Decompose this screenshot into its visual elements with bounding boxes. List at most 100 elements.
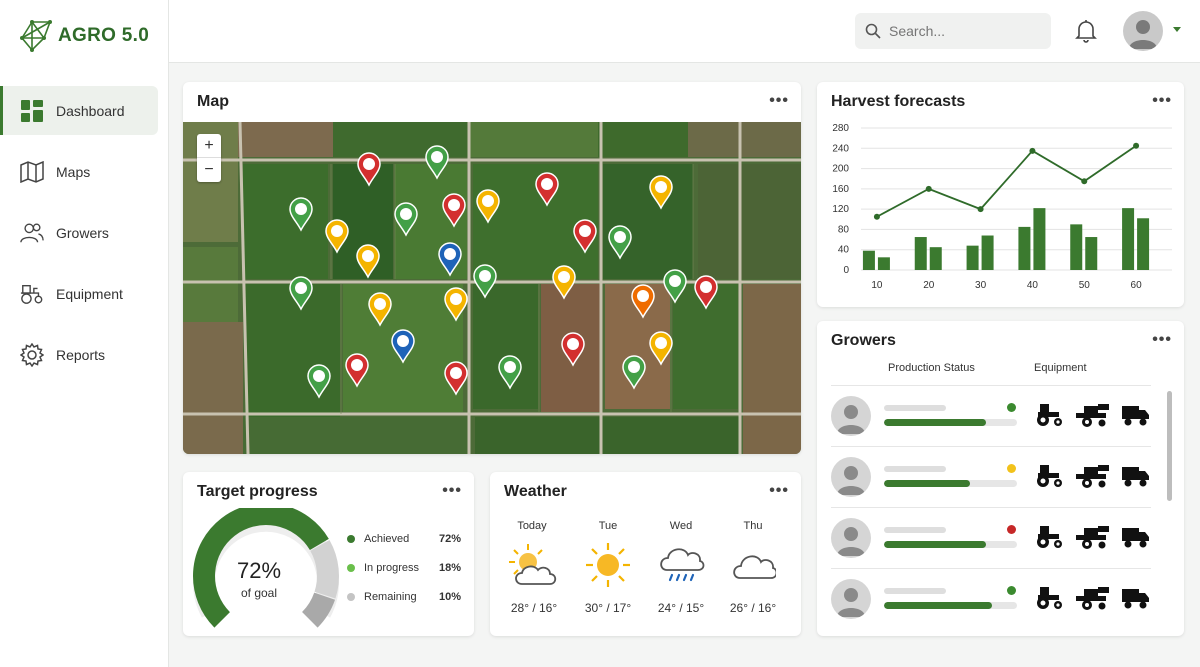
data-point — [1133, 142, 1140, 149]
weather-card: Weather ••• Today Tue Wed Thu 28° / 16° … — [490, 472, 801, 636]
target-card: Target progress ••• 72% of goal Achieved… — [183, 472, 474, 636]
sidebar-item-reports[interactable]: Reports — [0, 330, 169, 379]
map-marker-ok — [622, 355, 646, 389]
bar — [1137, 218, 1150, 270]
tractor-icon — [1037, 465, 1062, 487]
sidebar-item-dashboard[interactable]: Dashboard — [0, 86, 158, 135]
weather-day: Tue — [598, 520, 618, 532]
bar — [1070, 224, 1083, 270]
status-dot — [1007, 525, 1016, 534]
weather-day: Wed — [669, 520, 693, 532]
bar — [1033, 208, 1046, 270]
y-tick-label: 160 — [832, 184, 849, 195]
grower-row[interactable] — [831, 446, 1151, 506]
avatar[interactable] — [831, 579, 871, 619]
status-dot — [1007, 464, 1016, 473]
map-marker-warning — [325, 219, 349, 253]
user-avatar[interactable] — [1123, 11, 1163, 51]
map-markers — [289, 145, 718, 398]
progress-fill — [884, 602, 992, 609]
production-progress-bar — [884, 480, 1017, 487]
map-icon — [20, 160, 44, 184]
harvest-card: Harvest forecasts ••• 0 40 80 120 160 200 240 2… — [817, 82, 1184, 307]
weather-temp: 26° / 16° — [729, 601, 777, 615]
tractor-icon — [1037, 526, 1062, 548]
logo[interactable]: AGRO 5.0 — [18, 18, 149, 54]
weather-day: Today — [517, 520, 547, 532]
sidebar-item-equipment[interactable]: Equipment — [0, 269, 169, 318]
sidebar-item-label: Growers — [56, 224, 109, 241]
bar — [914, 237, 927, 270]
map-marker-ok — [473, 264, 497, 298]
growers-card: Growers ••• Production Status Equipment — [817, 321, 1184, 636]
legend-value: 72% — [438, 533, 461, 545]
legend-label: In progress — [364, 562, 420, 574]
top-bar — [169, 0, 1200, 63]
x-tick-label: 40 — [1027, 280, 1039, 291]
more-options-icon[interactable]: ••• — [769, 92, 789, 110]
map-marker-water — [438, 242, 462, 276]
production-progress-bar — [884, 602, 1017, 609]
map-marker-warning — [356, 244, 380, 278]
map-marker-ok — [289, 276, 313, 310]
x-tick-label: 50 — [1079, 280, 1091, 291]
y-tick-label: 80 — [838, 224, 850, 235]
more-options-icon[interactable]: ••• — [442, 482, 462, 500]
bar — [966, 245, 979, 270]
tractor-icon — [20, 282, 44, 306]
more-options-icon[interactable]: ••• — [1152, 331, 1172, 349]
legend-label: Achieved — [364, 533, 410, 545]
data-point — [925, 185, 932, 192]
weather-day: Thu — [743, 520, 763, 532]
more-options-icon[interactable]: ••• — [769, 482, 789, 500]
avatar[interactable] — [831, 396, 871, 436]
avatar[interactable] — [831, 518, 871, 558]
forecast-line — [876, 145, 1137, 218]
weather-temp: 24° / 15° — [657, 601, 705, 615]
legend-in-progress: In progress 18% — [347, 562, 461, 574]
bar — [862, 250, 875, 270]
sidebar: AGRO 5.0 Dashboard Maps Growers Equipmen… — [0, 0, 169, 667]
production-progress-bar — [884, 541, 1017, 548]
truck-icon — [1122, 528, 1149, 548]
bar — [929, 247, 942, 270]
map-marker-ok — [608, 225, 632, 259]
card-title: Harvest forecasts — [831, 93, 966, 110]
search-box[interactable] — [855, 13, 1051, 49]
grower-row[interactable] — [831, 385, 1151, 445]
search-input[interactable] — [889, 23, 1039, 39]
bell-icon[interactable] — [1075, 19, 1097, 43]
progress-fill — [884, 541, 987, 548]
column-header-status: Production Status — [888, 362, 975, 374]
map-marker-warning — [444, 287, 468, 321]
map-marker-ok — [307, 364, 331, 398]
tractor-icon — [1037, 404, 1062, 426]
y-tick-label: 200 — [832, 164, 849, 175]
data-point — [873, 213, 880, 220]
grower-row[interactable] — [831, 507, 1151, 567]
logo-text: AGRO 5.0 — [58, 25, 150, 46]
map-marker-orange — [631, 284, 655, 318]
grower-row[interactable] — [831, 568, 1151, 628]
scrollbar[interactable] — [1167, 391, 1172, 501]
card-title: Target progress — [197, 483, 318, 500]
y-tick-label: 0 — [843, 265, 849, 276]
progress-fill — [884, 419, 987, 426]
grower-name-placeholder — [884, 527, 946, 533]
sidebar-item-maps[interactable]: Maps — [0, 147, 169, 196]
gauge-value: 72% — [236, 558, 282, 583]
harvester-icon — [1076, 465, 1109, 488]
legend-achieved: Achieved 72% — [347, 533, 461, 545]
harvester-icon — [1076, 587, 1109, 610]
rain-icon — [660, 548, 705, 582]
sidebar-item-growers[interactable]: Growers — [0, 208, 169, 257]
gear-icon — [20, 342, 44, 367]
card-title: Map — [197, 93, 229, 110]
map-view[interactable]: + − — [183, 122, 801, 454]
avatar[interactable] — [831, 457, 871, 497]
sidebar-nav: Dashboard Maps Growers Equipment Reports — [0, 86, 169, 391]
legend-dot — [347, 564, 355, 572]
map-marker-ok — [394, 202, 418, 236]
more-options-icon[interactable]: ••• — [1152, 92, 1172, 110]
chevron-down-icon[interactable] — [1173, 27, 1181, 32]
